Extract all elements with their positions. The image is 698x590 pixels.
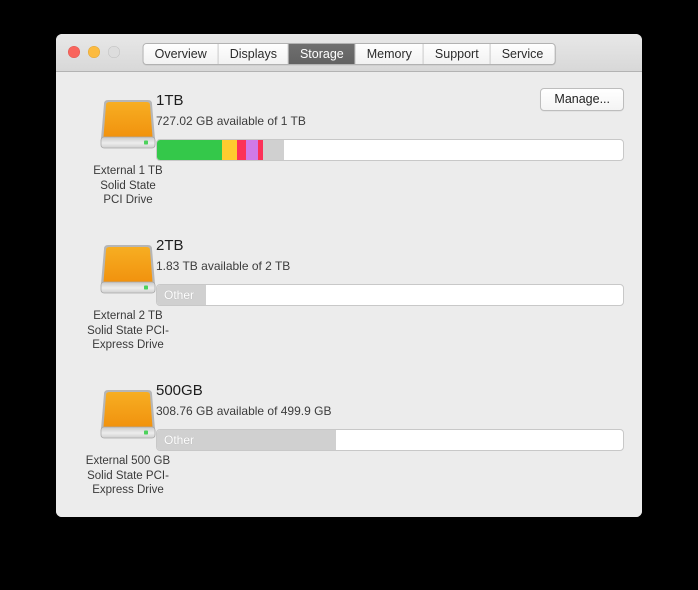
capacity-bar[interactable]: Other bbox=[156, 429, 624, 451]
manage-button[interactable]: Manage... bbox=[540, 88, 624, 111]
tab-memory[interactable]: Memory bbox=[355, 44, 424, 64]
drive-caption: External 500 GB Solid State PCI- Express… bbox=[85, 455, 171, 496]
about-this-mac-window: Overview Displays Storage Memory Support… bbox=[56, 34, 642, 517]
external-drive-icon bbox=[100, 100, 156, 149]
drive-info-cell: 500GB 308.76 GB available of 499.9 GB Ot… bbox=[156, 382, 624, 451]
capacity-segment-apps bbox=[157, 140, 223, 160]
external-drive-icon bbox=[100, 390, 156, 439]
tab-overview[interactable]: Overview bbox=[143, 44, 219, 64]
capacity-segment-photos bbox=[246, 140, 258, 160]
capacity-bar[interactable]: Other bbox=[156, 284, 624, 306]
drive-info-cell: 1TB Manage... 727.02 GB available of 1 T… bbox=[156, 88, 624, 161]
drive-availability: 727.02 GB available of 1 TB bbox=[156, 114, 306, 128]
capacity-bar[interactable] bbox=[156, 139, 624, 161]
traffic-light-group bbox=[68, 46, 120, 58]
capacity-segment-other: Other bbox=[157, 430, 337, 450]
close-button-icon[interactable] bbox=[68, 46, 80, 58]
capacity-segment-other: Other bbox=[157, 285, 207, 305]
tab-bar: Overview Displays Storage Memory Support… bbox=[142, 43, 556, 65]
external-drive-icon bbox=[100, 245, 156, 294]
drive-caption: External 1 TB Solid State PCI Drive bbox=[93, 165, 163, 206]
capacity-segment-system bbox=[237, 140, 247, 160]
capacity-segment-other bbox=[262, 140, 285, 160]
capacity-segment-label: Other bbox=[164, 433, 195, 447]
drive-title: 500GB bbox=[156, 382, 203, 399]
window-titlebar: Overview Displays Storage Memory Support… bbox=[56, 34, 642, 72]
storage-panel: External 1 TB Solid State PCI Drive 1TB … bbox=[56, 72, 642, 517]
drive-caption: External 2 TB Solid State PCI- Express D… bbox=[87, 310, 169, 351]
tab-storage[interactable]: Storage bbox=[288, 44, 356, 64]
drive-availability: 1.83 TB available of 2 TB bbox=[156, 259, 291, 273]
drive-availability: 308.76 GB available of 499.9 GB bbox=[156, 404, 332, 418]
minimize-button-icon[interactable] bbox=[88, 46, 100, 58]
drive-title: 2TB bbox=[156, 237, 184, 254]
zoom-button-icon bbox=[108, 46, 120, 58]
tab-displays[interactable]: Displays bbox=[218, 44, 289, 64]
capacity-segment-documents bbox=[222, 140, 238, 160]
drive-info-cell: 2TB 1.83 TB available of 2 TB Other bbox=[156, 237, 624, 306]
capacity-segment-label: Other bbox=[164, 288, 195, 302]
tab-service[interactable]: Service bbox=[490, 44, 555, 64]
tab-support[interactable]: Support bbox=[423, 44, 491, 64]
